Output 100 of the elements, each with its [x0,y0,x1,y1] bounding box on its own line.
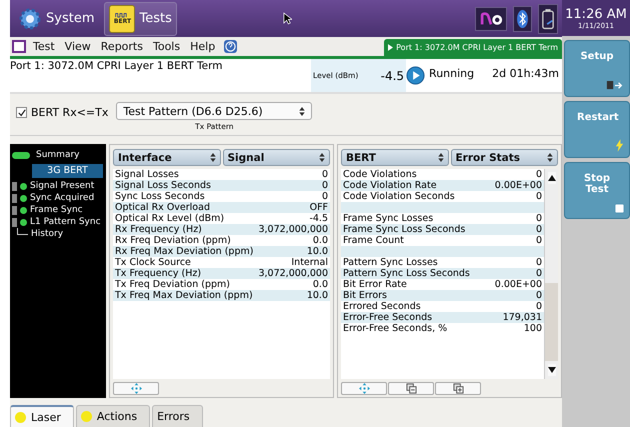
stat-label: Tx Freq Deviation (ppm) [115,279,230,290]
sidebar-item[interactable]: 3G BERT [32,164,103,178]
stat-value: 0 [536,191,542,202]
stat-value: 0.0 [312,279,328,290]
pattern-dropdown[interactable]: Test Pattern (D6.6 D25.6) [116,102,312,120]
stat-value: 0 [536,257,542,268]
expand-icon [452,383,464,394]
nc-logo-icon[interactable] [475,6,507,30]
panel-arrow-icon [606,80,624,91]
expand-button[interactable] [435,382,481,395]
checkbox-label: BERT Rx<=Tx [31,106,108,119]
up-down-icon [210,153,216,162]
stat-label: Rx Freq Max Deviation (ppm) [115,246,254,257]
stat-label: Frame Sync Losses [343,213,434,224]
stat-label: Bit Errors [343,290,388,301]
sidebar-item[interactable]: Signal Present [10,180,106,192]
collapse-button[interactable] [388,382,434,395]
stat-label: Tx Freq Max Deviation (ppm) [115,290,253,301]
stat-label: Pattern Sync Losses [343,257,438,268]
category-dropdown[interactable]: BERT [341,149,448,166]
collapse-icon [406,383,416,394]
view-dropdown[interactable]: Error Stats [450,149,558,166]
move-icon [358,383,370,394]
level-value: -4.5 [380,68,404,82]
stat-label: Bit Error Rate [343,279,407,290]
bluetooth-icon[interactable] [513,6,532,32]
move-icon [130,383,142,394]
stat-value: 0 [536,290,542,301]
stat-value: 0.00E+00 [494,279,542,290]
port-tab[interactable]: Port 1: 3072.0M CPRI Layer 1 BERT Term [384,39,562,56]
port-title: Port 1: 3072.0M CPRI Layer 1 BERT Term [10,60,224,72]
stat-label: Rx Frequency (Hz) [115,224,202,235]
scrollbar[interactable] [544,169,558,379]
view-dropdown[interactable]: Signal [222,149,330,166]
sidebar-item[interactable]: L1 Pattern Sync [10,216,106,228]
stat-label: Signal Loss Seconds [115,180,211,191]
stat-value: 3,072,000,000 [258,268,328,279]
stat-label: Optical Rx Overload [115,202,210,213]
stat-label: Frame Sync Loss Seconds [343,224,466,235]
lightning-icon [615,139,624,152]
menu-item[interactable]: Tools [148,40,186,53]
bottom-tab[interactable]: Actions [76,405,150,427]
stat-value: 0 [322,191,328,202]
stat-value: 0 [536,235,542,246]
triangle-icon [388,44,394,51]
stat-value: 100 [524,323,542,334]
stat-label: Frame Count [343,235,404,246]
checkbox[interactable] [16,107,27,118]
stat-label: Pattern Sync Loss Seconds [343,268,470,279]
bottom-tab[interactable]: Laser [10,405,74,427]
stat-label: Errored Seconds [343,301,421,312]
stat-value: OFF [310,202,328,213]
stat-label: Tx Clock Source [115,257,191,268]
stat-value: 0 [322,180,328,191]
system-button[interactable]: System [14,4,98,32]
stat-value: 10.0 [306,246,328,257]
elapsed-time: 2d 01h:43m [492,67,559,80]
sidebar-item[interactable]: History [10,228,106,240]
category-dropdown[interactable]: Interface [113,149,220,166]
gear-icon [18,6,42,30]
pointer-icon [282,12,292,25]
scroll-up-icon[interactable] [548,172,556,184]
sidebar-item[interactable]: Frame Sync [10,204,106,216]
menu-item[interactable]: Test [28,40,60,53]
move-button[interactable] [113,382,159,395]
stat-value: 10.0 [306,290,328,301]
stat-value: 0 [536,301,542,312]
stat-value: 0 [536,268,542,279]
stat-value: 0 [322,169,328,180]
stat-label: Optical Rx Level (dBm) [115,213,224,224]
stat-value: 179,031 [502,312,542,323]
stat-label: Sync Loss Seconds [115,191,205,202]
stat-value: Internal [291,257,328,268]
stat-label: Code Violation Rate [343,180,437,191]
up-down-icon [547,153,553,162]
up-down-icon [299,106,306,116]
menu-item[interactable]: Help [185,40,220,53]
menu-item[interactable]: View [60,40,96,53]
up-down-icon [319,153,325,162]
stat-value: 0.00E+00 [494,180,542,191]
stat-label: Tx Frequency (Hz) [115,268,202,279]
bottom-tab[interactable]: Errors [152,405,203,427]
stat-value: -4.5 [309,213,328,224]
stat-label: Signal Losses [115,169,179,180]
clock-time: 11:26 AM [565,6,627,22]
up-down-icon [438,153,444,162]
stat-value: 3,072,000,000 [258,224,328,235]
scroll-down-icon[interactable] [548,364,556,376]
menu-item[interactable]: Reports [96,40,148,53]
test-window-icon [12,40,26,53]
stat-label: Error-Free Seconds [343,312,432,323]
test-state: Running [429,67,474,80]
battery-icon[interactable] [538,4,558,34]
sidebar-item[interactable]: Summary [10,148,106,162]
stat-value: 0 [536,213,542,224]
sidebar-item[interactable]: Sync Acquired [10,192,106,204]
stat-value: 0 [536,224,542,235]
stat-label: Code Violations [343,169,417,180]
stat-value: 0 [536,169,542,180]
help-icon[interactable] [224,40,238,53]
